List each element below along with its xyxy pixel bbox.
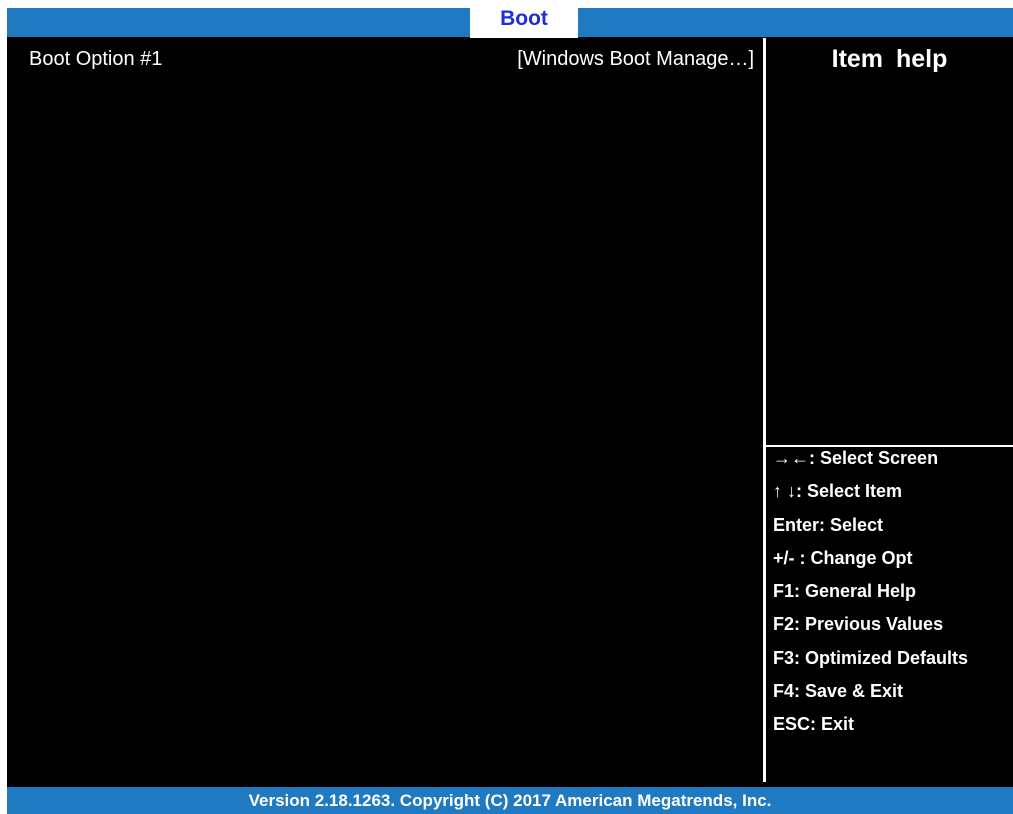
- key-legend: →←: Select Screen ↑ ↓: Select Item Enter…: [773, 448, 1013, 748]
- key-select-item: ↑ ↓: Select Item: [773, 481, 903, 502]
- menu-bar: Boot: [7, 8, 1013, 38]
- key-change-opt: +/- : Change Opt: [773, 547, 913, 568]
- item-help-title: Item help: [831, 45, 948, 73]
- panel-divider: [763, 38, 766, 782]
- tab-boot[interactable]: Boot: [470, 8, 578, 38]
- help-divider: [766, 445, 1013, 447]
- key-esc-exit: ESC: Exit: [773, 714, 855, 735]
- key-optimized-defaults: F3: Optimized Defaults: [773, 647, 969, 668]
- settings-panel: Boot Option #1 [Windows Boot Manage…]: [7, 38, 763, 790]
- key-general-help: F1: General Help: [773, 581, 917, 602]
- setting-value[interactable]: [Windows Boot Manage…]: [517, 48, 754, 71]
- key-enter-select: Enter: Select: [773, 514, 884, 535]
- key-previous-values: F2: Previous Values: [773, 614, 944, 635]
- version-footer: Version 2.18.1263. Copyright (C) 2017 Am…: [7, 787, 1013, 814]
- setting-label: Boot Option #1: [29, 48, 163, 70]
- key-select-screen: →←: Select Screen: [773, 448, 939, 468]
- bios-setup-screen: Boot Boot Option #1 [Windows Boot Manage…: [7, 8, 1013, 814]
- key-save-exit: F4: Save & Exit: [773, 681, 904, 702]
- setting-boot-option-1[interactable]: Boot Option #1 [Windows Boot Manage…]: [7, 48, 763, 76]
